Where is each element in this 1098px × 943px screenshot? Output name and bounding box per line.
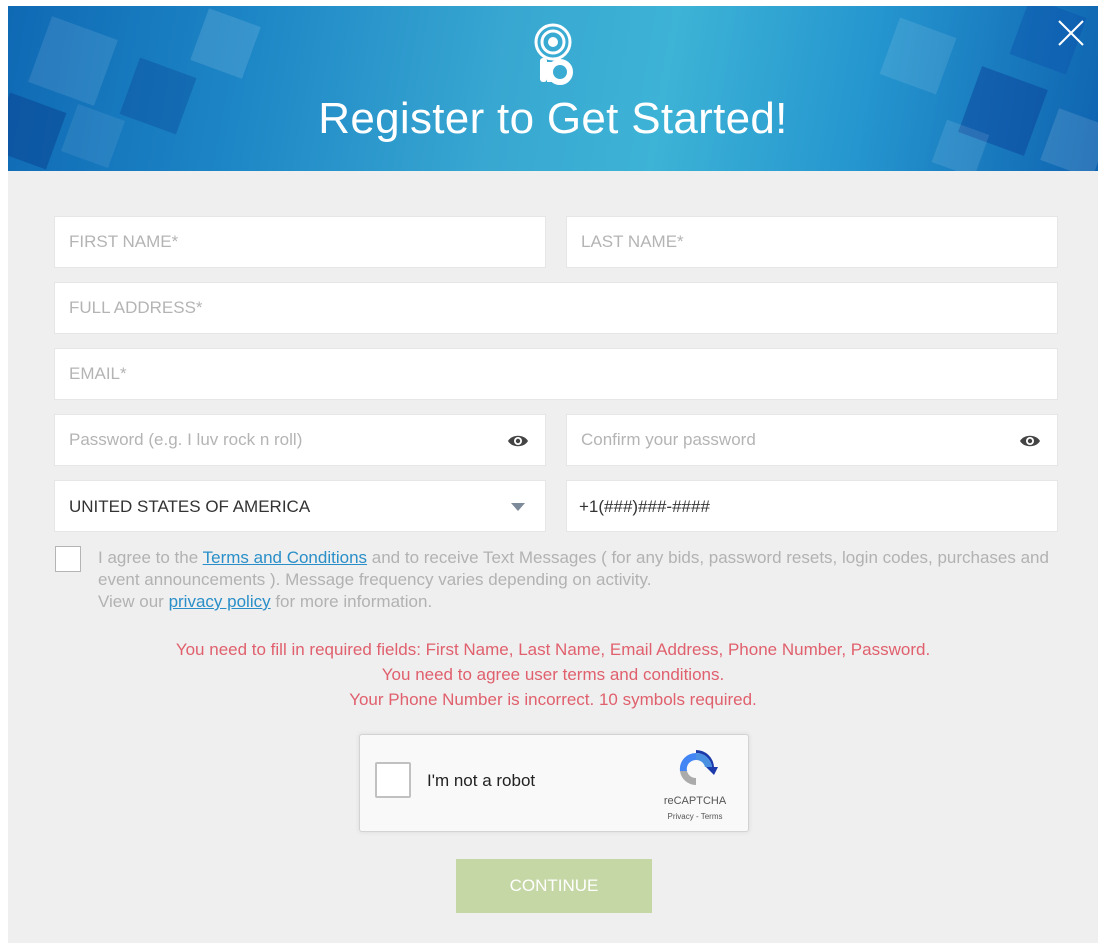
phone-value: +1(###)###-####: [579, 497, 710, 516]
register-modal: Register to Get Started! FIRST NAME* LAS…: [8, 6, 1098, 943]
first-name-field: [54, 216, 546, 268]
header-decor-tile: [28, 16, 118, 106]
agreement-text: I agree to the Terms and Conditions and …: [98, 547, 1058, 613]
header-decor-tile: [190, 8, 261, 79]
recaptcha-widget: I'm not a robot reCAPTCHA Privacy - Term…: [359, 734, 749, 832]
agree-checkbox[interactable]: [55, 546, 81, 572]
recaptcha-checkbox[interactable]: [375, 762, 411, 798]
email-field: [54, 348, 1058, 400]
continue-button[interactable]: CONTINUE: [456, 859, 652, 913]
terms-link[interactable]: Terms and Conditions: [203, 548, 367, 567]
confirm-password-input[interactable]: [567, 415, 1057, 465]
confirm-password-field: [566, 414, 1058, 466]
error-phone: Your Phone Number is incorrect. 10 symbo…: [349, 690, 757, 709]
error-messages: You need to fill in required fields: Fir…: [8, 637, 1098, 712]
caret-down-icon: [511, 503, 525, 511]
handbid-logo-icon: [534, 23, 573, 85]
privacy-suffix: for more information.: [270, 592, 433, 611]
country-value: UNITED STATES OF AMERICA: [69, 497, 311, 516]
close-icon[interactable]: [1056, 18, 1086, 48]
recaptcha-brand: reCAPTCHA: [663, 795, 727, 807]
eye-icon[interactable]: [1019, 432, 1041, 450]
country-select[interactable]: UNITED STATES OF AMERICA: [54, 480, 546, 532]
recaptcha-links[interactable]: Privacy - Terms: [650, 812, 740, 821]
privacy-policy-link[interactable]: privacy policy: [169, 592, 271, 611]
address-input[interactable]: [55, 283, 1057, 333]
password-field: [54, 414, 546, 466]
privacy-prefix: View our: [98, 592, 169, 611]
error-required-fields: You need to fill in required fields: Fir…: [175, 640, 931, 659]
email-input[interactable]: [55, 349, 1057, 399]
last-name-input[interactable]: [567, 217, 1057, 267]
page-title: Register to Get Started!: [318, 94, 788, 143]
recaptcha-label: I'm not a robot: [427, 771, 536, 790]
address-field: [54, 282, 1058, 334]
last-name-field: [566, 216, 1058, 268]
recaptcha-logo-icon: [679, 750, 718, 786]
error-terms: You need to agree user terms and conditi…: [381, 665, 725, 684]
phone-field[interactable]: +1(###)###-####: [566, 480, 1058, 532]
agreement-prefix: I agree to the: [98, 548, 203, 567]
header-decor-tile: [879, 17, 957, 95]
modal-header: Register to Get Started!: [8, 6, 1098, 171]
password-input[interactable]: [55, 415, 545, 465]
first-name-input[interactable]: [55, 217, 545, 267]
eye-icon[interactable]: [507, 432, 529, 450]
